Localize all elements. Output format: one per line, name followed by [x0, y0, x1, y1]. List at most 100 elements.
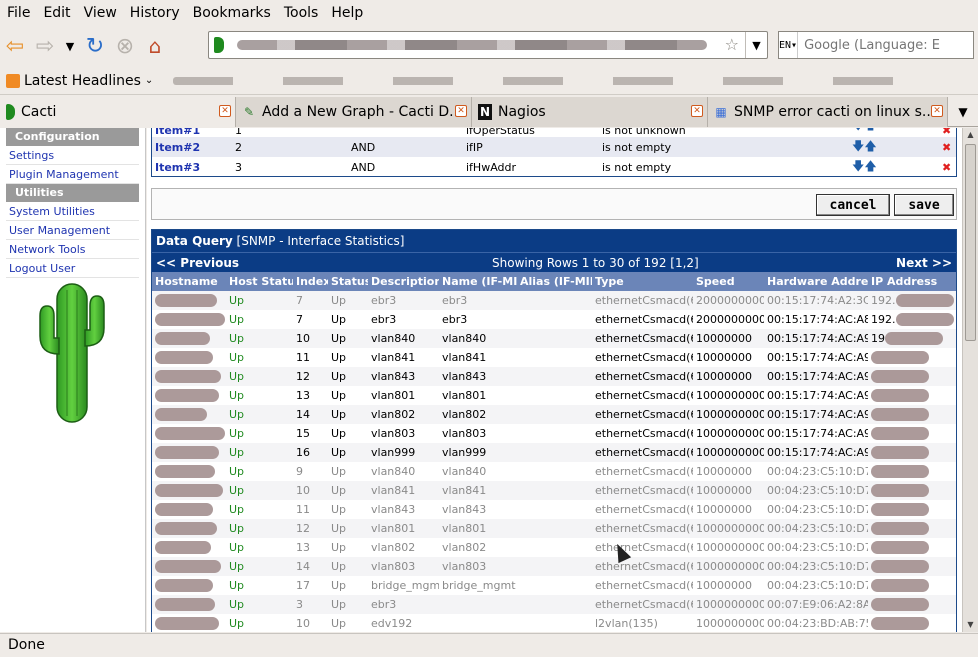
menu-history[interactable]: History — [125, 5, 188, 21]
hostname-cell — [152, 462, 226, 481]
col-ip-address[interactable]: IP Address — [868, 272, 956, 291]
table-row[interactable]: Up 13 Up vlan801 vlan801 ethernetCsmacd(6) 100… — [152, 386, 956, 405]
host-status-cell: Up — [226, 348, 293, 367]
table-row[interactable]: Up 14 Up vlan802 vlan802 ethernetCsmacd(6) 100… — [152, 405, 956, 424]
menu-edit[interactable]: Edit — [38, 5, 78, 21]
tab-nagios[interactable]: N Nagios ✕ — [472, 97, 708, 127]
scrollbar-thumb[interactable] — [965, 144, 976, 341]
table-row[interactable]: Up 10 Up vlan841 vlan841 ethernetCsmacd(6) 100… — [152, 481, 956, 500]
col-name[interactable]: Name (IF-MIB) — [439, 272, 517, 291]
search-bar[interactable]: EN▾ — [778, 31, 975, 59]
hardware-address-cell: 00:15:17:74:A2:3C — [764, 291, 868, 310]
search-engine-icon[interactable]: EN▾ — [779, 32, 799, 58]
close-tab-icon[interactable]: ✕ — [931, 105, 943, 117]
description-cell: vlan843 — [368, 367, 439, 386]
menu-help[interactable]: Help — [326, 5, 371, 21]
item-name-link[interactable]: Item#3 — [152, 161, 235, 174]
item-name-link[interactable]: Item#1 — [152, 128, 235, 137]
col-description[interactable]: Description — [368, 272, 439, 291]
table-row[interactable]: Up 7 Up ebr3 ebr3 ethernetCsmacd(6) 2000000000… — [152, 310, 956, 329]
tab-add-graph[interactable]: ✎ Add a New Graph - Cacti D... ✕ — [236, 97, 472, 127]
index-cell: 9 — [293, 462, 328, 481]
menu-view[interactable]: View — [79, 5, 125, 21]
sidebar-item-settings[interactable]: Settings — [6, 146, 139, 165]
scroll-up-icon[interactable]: ▲ — [963, 128, 978, 142]
col-index[interactable]: Index — [293, 272, 328, 291]
table-row[interactable]: Up 11 Up vlan841 vlan841 ethernetCsmacd(6) 100… — [152, 348, 956, 367]
redacted-hostname — [155, 579, 213, 593]
move-arrows-icon[interactable]: 🡇🡅 — [852, 157, 942, 178]
tab-list-chevron-icon[interactable]: ▼ — [948, 97, 978, 127]
url-dropdown-icon[interactable]: ▼ — [745, 32, 767, 58]
bookmark-latest-headlines[interactable]: Latest Headlines — [24, 73, 141, 89]
close-tab-icon[interactable]: ✕ — [691, 105, 703, 117]
move-arrows-icon[interactable]: 🡇🡅 — [852, 137, 942, 158]
table-row[interactable]: Up 10 Up edv192 l2vlan(135) 1000000000 00:04:2… — [152, 614, 956, 632]
hardware-address-cell: 00:04:23:C5:10:D7 — [764, 538, 868, 557]
table-row[interactable]: Up 16 Up vlan999 vlan999 ethernetCsmacd(6) 100… — [152, 443, 956, 462]
back-button[interactable]: ⇦ — [0, 31, 30, 61]
table-row[interactable]: Up 12 Up vlan843 vlan843 ethernetCsmacd(6) 100… — [152, 367, 956, 386]
home-button[interactable]: ⌂ — [140, 31, 170, 61]
delete-icon[interactable]: ✖ — [942, 141, 954, 154]
sidebar-item-system-utilities[interactable]: System Utilities — [6, 202, 139, 221]
type-cell: ethernetCsmacd(6) — [592, 443, 693, 462]
close-tab-icon[interactable]: ✕ — [455, 105, 467, 117]
vertical-scrollbar[interactable]: ▲ ▼ — [962, 128, 978, 632]
type-cell: ethernetCsmacd(6) — [592, 329, 693, 348]
stop-button[interactable]: ⊗ — [110, 31, 140, 61]
item-field: ifHwAddr — [466, 160, 517, 174]
speed-cell: 2000000000 — [693, 310, 764, 329]
col-alias[interactable]: Alias (IF-MIB) — [517, 272, 592, 291]
description-cell: ebr3 — [368, 291, 439, 310]
cacti-sidebar: Configuration Settings Plugin Management… — [0, 128, 146, 632]
next-page-link[interactable]: Next >> — [896, 253, 952, 273]
close-tab-icon[interactable]: ✕ — [219, 105, 231, 117]
scroll-down-icon[interactable]: ▼ — [963, 618, 978, 632]
tab-cacti[interactable]: Cacti ✕ — [0, 97, 236, 127]
table-row[interactable]: Up 13 Up vlan802 vlan802 ethernetCsmacd(6) 100… — [152, 538, 956, 557]
forward-button[interactable]: ⇨ — [30, 31, 60, 61]
history-dropdown-icon[interactable]: ▼ — [60, 31, 80, 61]
sidebar-item-plugin-management[interactable]: Plugin Management — [6, 165, 139, 184]
speed-cell: 1000000000 — [693, 386, 764, 405]
col-hardware-address[interactable]: Hardware Address — [764, 272, 868, 291]
status-cell: Up — [328, 614, 368, 632]
table-row[interactable]: Up 11 Up vlan843 vlan843 ethernetCsmacd(6) 100… — [152, 500, 956, 519]
search-input[interactable] — [798, 33, 975, 57]
table-row[interactable]: Up 12 Up vlan801 vlan801 ethernetCsmacd(6) 100… — [152, 519, 956, 538]
table-row[interactable]: Up 3 Up ebr3 ethernetCsmacd(6) 1000000000 00:0… — [152, 595, 956, 614]
save-button[interactable]: save — [894, 194, 954, 216]
col-type[interactable]: Type — [592, 272, 693, 291]
menu-tools[interactable]: Tools — [279, 5, 327, 21]
table-row[interactable]: Up 7 Up ebr3 ebr3 ethernetCsmacd(6) 2000000000… — [152, 291, 956, 310]
speed-cell: 10000000 — [693, 576, 764, 595]
table-row[interactable]: Up 10 Up vlan840 vlan840 ethernetCsmacd(6) 100… — [152, 329, 956, 348]
tab-snmp-error[interactable]: ▦ SNMP error cacti on linux s... ✕ — [708, 97, 948, 127]
col-status[interactable]: Status — [328, 272, 368, 291]
menu-file[interactable]: File — [2, 5, 38, 21]
table-row[interactable]: Up 9 Up vlan840 vlan840 ethernetCsmacd(6) 1000… — [152, 462, 956, 481]
sidebar-item-network-tools[interactable]: Network Tools — [6, 240, 139, 259]
alias-cell — [517, 462, 592, 481]
menu-bookmarks[interactable]: Bookmarks — [188, 5, 279, 21]
item-name-link[interactable]: Item#2 — [152, 141, 235, 154]
url-bar[interactable]: ☆ ▼ — [208, 31, 768, 59]
delete-icon[interactable]: ✖ — [942, 128, 954, 137]
previous-page-link[interactable]: << Previous — [156, 253, 239, 273]
table-row[interactable]: Up 17 Up bridge_mgmt bridge_mgmt ethernetCsma… — [152, 576, 956, 595]
sidebar-item-user-management[interactable]: User Management — [6, 221, 139, 240]
speed-cell: 10000000 — [693, 500, 764, 519]
col-speed[interactable]: Speed — [693, 272, 764, 291]
delete-icon[interactable]: ✖ — [942, 161, 954, 174]
ip-prefix: 192. — [871, 293, 896, 307]
bookmark-star-icon[interactable]: ☆ — [725, 35, 739, 54]
table-row[interactable]: Up 14 Up vlan803 vlan803 ethernetCsmacd(6) 100… — [152, 557, 956, 576]
col-hostname[interactable]: Hostname — [152, 272, 226, 291]
status-cell: Up — [328, 576, 368, 595]
reload-button[interactable]: ↻ — [80, 31, 110, 61]
table-row[interactable]: Up 15 Up vlan803 vlan803 ethernetCsmacd(6) 100… — [152, 424, 956, 443]
col-host-status[interactable]: Host Status — [226, 272, 293, 291]
cancel-button[interactable]: cancel — [816, 194, 890, 216]
google-icon: ▦ — [715, 105, 727, 119]
